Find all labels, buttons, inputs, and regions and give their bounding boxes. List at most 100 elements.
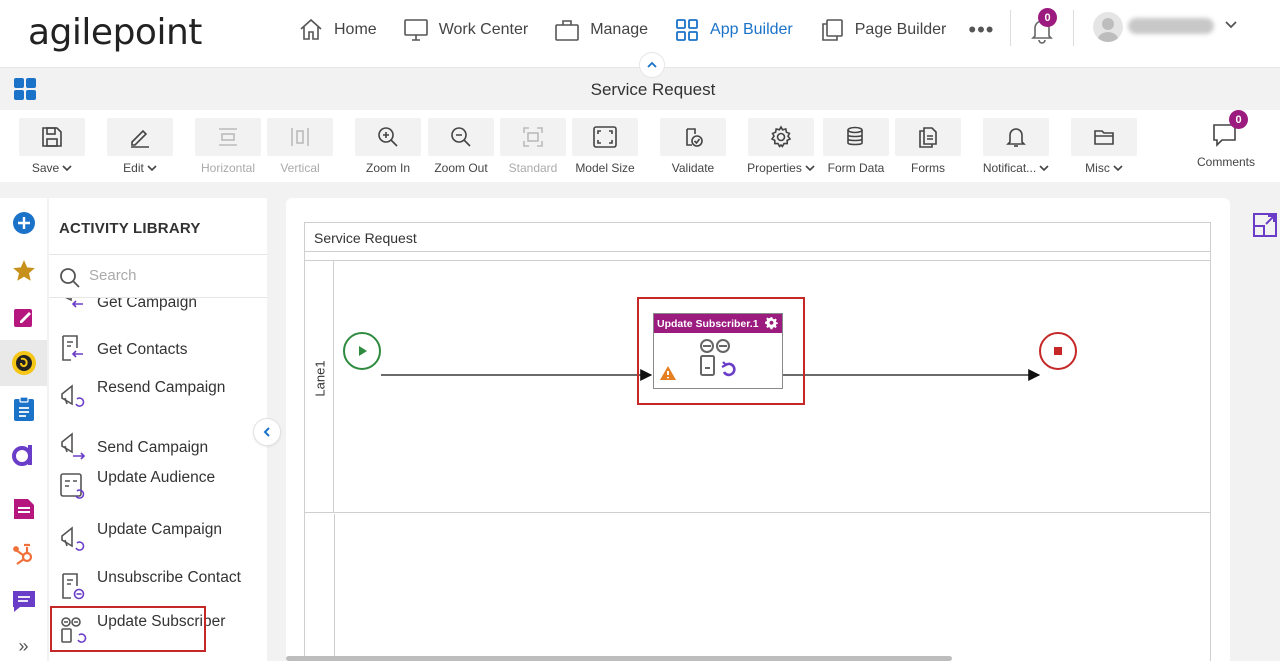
rail-forms[interactable] — [0, 294, 47, 340]
user-name-redacted[interactable] — [1128, 18, 1214, 34]
play-icon — [359, 346, 367, 356]
nav-manage[interactable]: Manage — [554, 0, 648, 60]
zoom-out-label: Zoom Out — [434, 161, 488, 175]
main-nav: Home Work Center Manage App Builder Page… — [298, 0, 994, 60]
horizontal-scrollbar[interactable] — [286, 656, 952, 661]
rail-add[interactable] — [0, 200, 47, 246]
agilepoint-icon — [11, 445, 32, 466]
avatar[interactable] — [1093, 12, 1123, 42]
rail-agilepoint[interactable] — [0, 432, 47, 478]
chevron-down-icon — [147, 165, 157, 172]
left-icon-rail: » — [0, 198, 47, 661]
horizontal-label: Horizontal — [200, 161, 256, 175]
model-size-button[interactable]: Model Size — [571, 118, 639, 175]
library-item-send-campaign[interactable]: Send Campaign — [49, 430, 267, 464]
end-event[interactable] — [1039, 332, 1077, 370]
library-item-label: Update Subscriber — [97, 613, 226, 630]
rail-documents[interactable] — [0, 486, 47, 532]
library-item-update-subscriber[interactable]: Update Subscriber — [49, 610, 267, 654]
more-menu-button[interactable]: ••• — [968, 17, 994, 43]
chevron-down-icon — [62, 165, 72, 172]
rail-hubspot[interactable] — [0, 532, 47, 578]
get-contacts-icon — [62, 335, 83, 361]
briefcase-icon — [555, 20, 580, 41]
library-item-get-contacts[interactable]: Get Contacts — [49, 332, 267, 366]
validate-button[interactable]: Validate — [659, 118, 727, 175]
zoom-in-button[interactable]: Zoom In — [354, 118, 422, 175]
start-event[interactable] — [343, 332, 381, 370]
folder-icon — [1094, 130, 1114, 145]
chat-icon — [12, 591, 35, 612]
fit-screen-icon — [593, 126, 617, 148]
horizontal-button[interactable]: Horizontal — [194, 118, 262, 175]
nav-work-center-label: Work Center — [438, 21, 529, 38]
library-item-label: Resend Campaign — [97, 379, 226, 396]
notification-badge: 0 — [1038, 8, 1057, 27]
library-item-update-audience[interactable]: Update Audience — [49, 466, 267, 510]
toolbar: Save Edit Horizontal Vertical Zoom In Zo… — [0, 110, 1280, 182]
zoom-out-button[interactable]: Zoom Out — [427, 118, 495, 175]
expand-rail-button[interactable]: » — [0, 632, 47, 660]
library-item-resend-campaign[interactable]: Resend Campaign — [49, 376, 267, 420]
unsubscribe-contact-icon — [62, 573, 85, 600]
process-canvas[interactable]: Service Request Lane1 Update Subscriber.… — [286, 198, 1230, 661]
save-button[interactable]: Save — [18, 118, 86, 175]
lane-divider — [334, 514, 335, 661]
library-item-label: Send Campaign — [97, 439, 209, 456]
notifications-button[interactable]: 0 — [1028, 8, 1057, 44]
rail-favorites[interactable] — [0, 248, 47, 294]
library-item-unsubscribe-contact[interactable]: Unsubscribe Contact — [49, 566, 267, 610]
collapse-header-button[interactable] — [639, 52, 665, 78]
nav-page-builder-label: Page Builder — [854, 21, 947, 38]
edit-label: Edit — [123, 161, 144, 175]
pencil-icon — [131, 129, 149, 148]
library-search — [49, 254, 267, 298]
monitor-icon — [403, 19, 428, 41]
chevron-down-icon — [1113, 165, 1123, 172]
library-item-update-campaign[interactable]: Update Campaign — [49, 518, 267, 562]
comments-label: Comments — [1196, 155, 1255, 169]
activity-library-panel: ACTIVITY LIBRARY Get Campaign Get Contac… — [49, 198, 267, 661]
gear-icon[interactable] — [765, 317, 778, 330]
notifications-menu-button[interactable]: Notificat... — [982, 118, 1050, 175]
activity-header: Update Subscriber.1 — [654, 314, 782, 333]
edit-button[interactable]: Edit — [106, 118, 174, 175]
form-data-label: Form Data — [827, 161, 885, 175]
library-item-label: Get Contacts — [97, 341, 188, 358]
expand-icon[interactable] — [1252, 212, 1278, 238]
gear-icon — [770, 125, 792, 148]
warning-icon[interactable] — [659, 365, 677, 381]
nav-page-builder[interactable]: Page Builder — [819, 0, 947, 60]
chevron-down-icon — [1039, 165, 1049, 172]
grid-icon — [676, 19, 698, 41]
chevron-left-icon — [263, 427, 270, 437]
send-campaign-icon — [61, 432, 86, 460]
user-icon — [1097, 18, 1119, 42]
rail-clipboard[interactable] — [0, 386, 47, 432]
rail-chat[interactable] — [0, 578, 47, 624]
add-circle-icon — [12, 212, 35, 234]
agilepoint-logo[interactable]: agilepoint — [28, 12, 202, 53]
rail-mailchimp[interactable] — [0, 340, 47, 386]
nav-home[interactable]: Home — [298, 0, 377, 60]
pool-header[interactable]: Service Request — [305, 223, 1210, 252]
clipboard-icon — [13, 396, 34, 421]
update-audience-icon — [60, 473, 85, 499]
model-size-label: Model Size — [575, 161, 635, 175]
search-input[interactable] — [89, 267, 249, 284]
nav-app-builder[interactable]: App Builder — [674, 0, 793, 60]
properties-button[interactable]: Properties — [747, 118, 815, 175]
pool[interactable]: Service Request Lane1 — [304, 222, 1211, 661]
collapse-library-button[interactable] — [253, 418, 281, 446]
activity-update-subscriber[interactable]: Update Subscriber.1 — [653, 313, 783, 389]
misc-button[interactable]: Misc — [1070, 118, 1138, 175]
chevron-down-icon[interactable] — [1224, 18, 1238, 32]
library-title: ACTIVITY LIBRARY — [59, 220, 201, 237]
standard-button[interactable]: Standard — [499, 118, 567, 175]
vertical-button[interactable]: Vertical — [266, 118, 334, 175]
comments-button[interactable]: 0 Comments — [1192, 110, 1260, 169]
form-data-button[interactable]: Form Data — [822, 118, 890, 175]
nav-work-center[interactable]: Work Center — [403, 0, 529, 60]
forms-button[interactable]: Forms — [894, 118, 962, 175]
vertical-layout-icon — [291, 128, 309, 146]
